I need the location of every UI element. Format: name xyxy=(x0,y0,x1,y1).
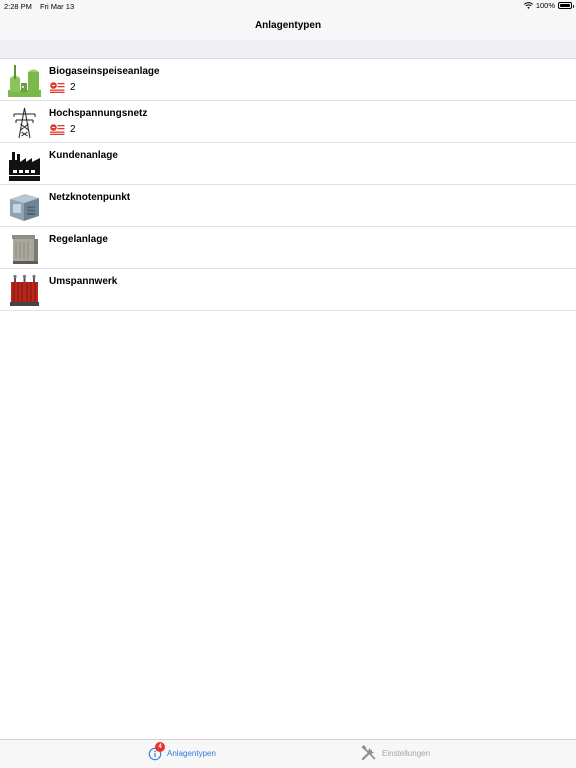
list-item-hochspannungsnetz[interactable]: Hochspannungsnetz 2 xyxy=(0,101,576,143)
list-item-subinfo: 2 xyxy=(50,124,76,135)
list-item-umspannwerk[interactable]: Umspannwerk xyxy=(0,269,576,311)
factory-icon xyxy=(9,152,40,181)
wifi-icon xyxy=(523,2,533,9)
status-date: Fri Mar 13 xyxy=(39,2,75,11)
list-item-title: Kundenanlage xyxy=(49,150,118,161)
navigation-bar: Anlagentypen xyxy=(0,12,576,40)
tab-einstellungen[interactable]: Einstellungen xyxy=(361,745,430,761)
tab-label: Anlagentypen xyxy=(167,748,216,758)
list-item-title: Regelanlage xyxy=(49,234,108,245)
list-item-title: Hochspannungsnetz xyxy=(49,108,148,119)
list-item-regelanlage[interactable]: Regelanlage xyxy=(0,227,576,269)
status-time: 2:28 PM xyxy=(4,2,32,11)
battery-percent: 100% xyxy=(535,1,555,10)
list-item-count: 2 xyxy=(70,82,76,93)
battery-icon xyxy=(558,2,574,9)
plant-type-list: Biogaseinspeiseanlage 2 Hochspannungsnet… xyxy=(0,59,576,311)
tab-label: Einstellungen xyxy=(382,748,431,758)
tools-icon xyxy=(361,745,376,761)
grid-node-icon xyxy=(10,194,39,221)
status-bar: 2:28 PM Fri Mar 13 100% xyxy=(0,0,576,12)
list-item-title: Biogaseinspeiseanlage xyxy=(49,66,160,77)
list-item-title: Netzknotenpunkt xyxy=(49,192,131,203)
list-item-count: 2 xyxy=(70,124,76,135)
tab-anlagentypen[interactable]: 4 Anlagentypen xyxy=(148,742,216,761)
notification-badge: 4 xyxy=(155,742,165,752)
list-item-kundenanlage[interactable]: Kundenanlage xyxy=(0,143,576,185)
list-item-netzknotenpunkt[interactable]: Netzknotenpunkt xyxy=(0,185,576,227)
substation-icon xyxy=(10,274,39,306)
list-item-subinfo: 2 xyxy=(50,82,76,93)
report-icon xyxy=(50,124,65,135)
report-icon xyxy=(50,82,65,93)
tab-bar: 4 Anlagentypen Einstellungen xyxy=(0,739,576,768)
control-station-icon xyxy=(12,235,38,264)
list-item-title: Umspannwerk xyxy=(49,276,118,287)
page-title: Anlagentypen xyxy=(254,20,322,31)
power-pylon-icon xyxy=(13,107,36,139)
list-header-spacer xyxy=(0,40,576,59)
list-item-biogaseinspeiseanlage[interactable]: Biogaseinspeiseanlage 2 xyxy=(0,59,576,101)
biogas-plant-icon xyxy=(8,65,41,97)
